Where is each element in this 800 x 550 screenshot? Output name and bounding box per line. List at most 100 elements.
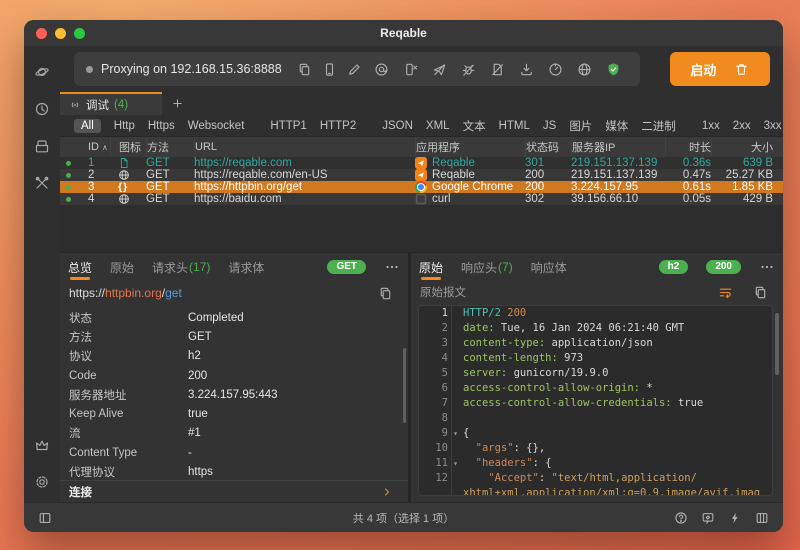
mock-at-icon[interactable] (374, 62, 389, 77)
code-text: access-control-allow-credentials: true (451, 396, 772, 411)
code-line: 1HTTP/2 200 (419, 306, 772, 321)
filter-1xx[interactable]: 1xx (702, 120, 720, 132)
proxy-globe-icon[interactable] (577, 62, 592, 77)
filter-http[interactable]: Http (114, 120, 135, 132)
filter-all[interactable]: All (74, 119, 101, 133)
copy-response-icon[interactable] (753, 285, 768, 300)
header-method[interactable]: 方法 (146, 137, 194, 157)
import-download-icon[interactable] (519, 62, 534, 77)
chrome-app-icon (415, 181, 427, 193)
new-tab-button[interactable] (162, 92, 192, 115)
code-segment: access-control-allow-origin: (463, 382, 640, 394)
breakpoint-off-icon[interactable] (461, 62, 476, 77)
request-row[interactable]: 1GEThttps://reqable.comReqable301219.151… (60, 157, 783, 169)
filter-二进制[interactable]: 二进制 (641, 118, 676, 134)
response-tab-响应体[interactable]: 响应体 (531, 253, 567, 281)
filter-图片[interactable]: 图片 (569, 118, 592, 134)
copy-url-icon[interactable] (378, 286, 393, 301)
start-button[interactable]: 启动 (670, 52, 770, 86)
toolbox-icon[interactable] (34, 175, 50, 191)
filter-json[interactable]: JSON (382, 120, 413, 132)
layout-columns-icon[interactable] (755, 511, 769, 525)
cell-time: 0.47s (665, 169, 711, 181)
clear-trash-icon[interactable] (734, 62, 749, 77)
traffic-planet-icon[interactable] (34, 64, 50, 80)
help-icon[interactable] (674, 511, 688, 525)
overview-row: Code200 (60, 366, 408, 385)
code-line: 2date: Tue, 16 Jan 2024 06:21:40 GMT (419, 321, 772, 336)
header-size[interactable]: 大小 (711, 137, 783, 157)
raw-subtab-label[interactable]: 原始报文 (420, 284, 466, 300)
response-scrollbar[interactable] (775, 313, 779, 375)
header-status[interactable]: 状态码 (525, 137, 571, 157)
fold-arrow-icon[interactable]: ▾ (453, 426, 458, 441)
request-tab-总览[interactable]: 总览 (68, 253, 92, 281)
code-line: xhtml+xml,application/xml;q=0.9,image/av… (419, 486, 772, 496)
header-app[interactable]: 应用程序 (415, 137, 525, 157)
request-row[interactable]: 4GEThttps://baidu.comcurl30239.156.66.10… (60, 193, 783, 205)
request-tab-请求头[interactable]: 请求头(17) (152, 253, 210, 281)
response-raw-editor[interactable]: 1HTTP/2 2002date: Tue, 16 Jan 2024 06:21… (418, 305, 773, 496)
header-ip[interactable]: 服务器IP (571, 137, 665, 157)
tab-debug[interactable]: 调试 (4) (60, 92, 162, 115)
connection-label: 连接 (69, 484, 92, 500)
filter-http1[interactable]: HTTP1 (270, 120, 306, 132)
toggle-sidebar-icon[interactable] (38, 511, 52, 525)
raw-subtab-row: 原始报文 (411, 281, 783, 303)
collection-box-icon[interactable] (34, 138, 50, 154)
feedback-icon[interactable] (701, 511, 715, 525)
request-tab-请求体[interactable]: 请求体 (228, 253, 264, 281)
settings-gear-icon[interactable] (34, 474, 50, 490)
script-off-icon[interactable] (490, 62, 505, 77)
filter-媒体[interactable]: 媒体 (605, 118, 628, 134)
request-row[interactable]: 3{}GEThttps://httpbin.org/getGoogle Chro… (60, 181, 783, 193)
upgrade-crown-icon[interactable] (34, 437, 50, 453)
mobile-device-icon[interactable] (322, 62, 337, 77)
code-segment: Tue, 16 Jan 2024 06:21:40 GMT (495, 322, 685, 334)
cell-time: 0.61s (665, 181, 711, 193)
row-status-dot (60, 197, 76, 202)
overview-value: true (188, 408, 208, 420)
filter-文本[interactable]: 文本 (463, 118, 486, 134)
curl-app-icon (415, 193, 427, 205)
more-menu-icon[interactable] (759, 259, 775, 275)
flash-icon[interactable] (728, 511, 742, 525)
status-badge: 200 (706, 260, 741, 274)
filter-js[interactable]: JS (543, 120, 556, 132)
fold-arrow-icon[interactable]: ▾ (453, 456, 458, 471)
filter-html[interactable]: HTML (499, 120, 530, 132)
request-tab-原始[interactable]: 原始 (110, 253, 134, 281)
filter-websocket[interactable]: Websocket (188, 120, 245, 132)
filter-https[interactable]: Https (148, 120, 175, 132)
request-panel-scrollbar[interactable] (403, 348, 406, 423)
certificate-shield-icon[interactable] (606, 62, 621, 77)
history-clock-icon[interactable] (34, 101, 50, 117)
proxy-bar: Proxying on 192.168.15.36:8888 (74, 52, 640, 86)
connection-row[interactable]: 连接 (60, 480, 408, 502)
device-disconnect-icon[interactable] (403, 62, 418, 77)
row-status-dot (60, 185, 76, 190)
filter-http2[interactable]: HTTP2 (320, 120, 356, 132)
throttle-gauge-icon[interactable] (548, 62, 563, 77)
overview-value: h2 (188, 350, 201, 362)
response-tab-原始[interactable]: 原始 (419, 253, 443, 281)
more-menu-icon[interactable] (384, 259, 400, 275)
overview-value: GET (188, 331, 212, 343)
request-row[interactable]: 2GEThttps://reqable.com/en-USReqable2002… (60, 169, 783, 181)
filter-2xx[interactable]: 2xx (733, 120, 751, 132)
edit-pencil-icon[interactable] (347, 62, 362, 77)
filter-3xx[interactable]: 3xx (764, 120, 782, 132)
header-icon[interactable]: 图标 (110, 137, 146, 157)
header-id[interactable]: ID∧ (76, 137, 110, 157)
cell-status: 200 (525, 181, 571, 193)
copy-address-icon[interactable] (297, 62, 312, 77)
reqable-window: Reqable Proxying on 192.168.15.36:8888 启… (24, 20, 783, 532)
header-url[interactable]: URL (194, 137, 415, 157)
line-number: 1 (419, 306, 451, 321)
response-tab-响应头[interactable]: 响应头(7) (461, 253, 513, 281)
word-wrap-icon[interactable] (718, 285, 733, 300)
app-name: curl (432, 193, 451, 205)
header-time[interactable]: 时长 (665, 137, 711, 157)
filter-xml[interactable]: XML (426, 120, 450, 132)
capture-off-icon[interactable] (432, 62, 447, 77)
